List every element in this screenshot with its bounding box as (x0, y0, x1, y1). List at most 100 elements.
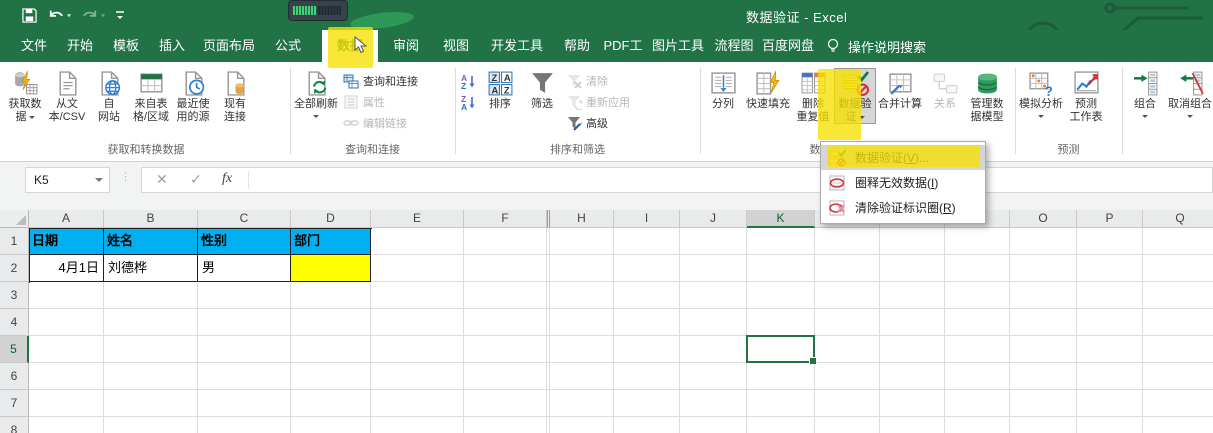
cell-H2[interactable] (550, 255, 614, 282)
cancel-icon[interactable]: ✕ (156, 171, 168, 188)
column-header-E[interactable]: E (371, 210, 464, 228)
cell-F1[interactable] (464, 228, 547, 255)
row-header-2[interactable]: 2 (0, 255, 29, 282)
insert-function-icon[interactable]: fx (222, 171, 232, 187)
cell-L2[interactable] (815, 255, 880, 282)
cell-C1[interactable]: 性别 (198, 228, 291, 255)
column-header-I[interactable]: I (614, 210, 680, 228)
cell-D4[interactable] (291, 309, 371, 336)
cell-I3[interactable] (614, 282, 680, 309)
row-header-5[interactable]: 5 (0, 336, 29, 363)
cell-B6[interactable] (104, 363, 198, 390)
row-header-3[interactable]: 3 (0, 282, 29, 309)
formula-input[interactable] (252, 168, 1212, 194)
cell-M8[interactable] (880, 417, 945, 433)
row-header-6[interactable]: 6 (0, 363, 29, 390)
cell-D6[interactable] (291, 363, 371, 390)
cell-O3[interactable] (1010, 282, 1077, 309)
cell-J1[interactable] (680, 228, 747, 255)
cell-Q7[interactable] (1143, 390, 1213, 417)
fill-handle[interactable] (809, 357, 817, 365)
cell-J8[interactable] (680, 417, 747, 433)
column-header-H[interactable]: H (550, 210, 614, 228)
cell-A1[interactable]: 日期 (29, 228, 104, 255)
cell-F6[interactable] (464, 363, 547, 390)
cell-O4[interactable] (1010, 309, 1077, 336)
cell-N3[interactable] (945, 282, 1010, 309)
cell-D3[interactable] (291, 282, 371, 309)
cell-I8[interactable] (614, 417, 680, 433)
cell-Q3[interactable] (1143, 282, 1213, 309)
cell-B4[interactable] (104, 309, 198, 336)
ungroup-button[interactable]: 取消组合 (1166, 68, 1213, 121)
tab-template[interactable]: 模板 (104, 30, 148, 62)
cell-Q6[interactable] (1143, 363, 1213, 390)
cell-I7[interactable] (614, 390, 680, 417)
filter-button[interactable]: 筛选 (521, 68, 563, 111)
cell-O6[interactable] (1010, 363, 1077, 390)
tab-picture-tools[interactable]: 图片工具 (648, 30, 708, 62)
tab-flowchart[interactable]: 流程图 (708, 30, 760, 62)
row-header-8[interactable]: 8 (0, 417, 29, 433)
cell-Q5[interactable] (1143, 336, 1213, 363)
active-cell-K5[interactable] (746, 335, 817, 365)
cell-H6[interactable] (550, 363, 614, 390)
cell-J6[interactable] (680, 363, 747, 390)
cell-A8[interactable] (29, 417, 104, 433)
forecast-sheet-button[interactable]: 预测 工作表 (1065, 68, 1107, 124)
cell-M4[interactable] (880, 309, 945, 336)
cell-D7[interactable] (291, 390, 371, 417)
advanced-filter-button[interactable]: 高级 (563, 112, 633, 133)
cell-F8[interactable] (464, 417, 547, 433)
cell-O5[interactable] (1010, 336, 1077, 363)
redo-button[interactable]: ▾ (81, 8, 105, 22)
existing-connections-button[interactable]: 现有 连接 (214, 68, 256, 124)
cell-B8[interactable] (104, 417, 198, 433)
tab-insert[interactable]: 插入 (150, 30, 194, 62)
cell-A3[interactable] (29, 282, 104, 309)
cell-J3[interactable] (680, 282, 747, 309)
cell-L7[interactable] (815, 390, 880, 417)
cell-D5[interactable] (291, 336, 371, 363)
cell-H1[interactable] (550, 228, 614, 255)
tab-review[interactable]: 审阅 (384, 30, 428, 62)
menu-item-circle-invalid-data[interactable]: 圈释无效数据(I) (821, 170, 985, 195)
cell-B2[interactable]: 刘德桦 (104, 255, 198, 282)
cell-M6[interactable] (880, 363, 945, 390)
formula-bar-drag-dots[interactable]: ⋮ (120, 170, 132, 183)
cell-A7[interactable] (29, 390, 104, 417)
cell-P4[interactable] (1077, 309, 1143, 336)
cell-P8[interactable] (1077, 417, 1143, 433)
cell-H5[interactable] (550, 336, 614, 363)
cell-B7[interactable] (104, 390, 198, 417)
column-header-J[interactable]: J (680, 210, 747, 228)
cell-H7[interactable] (550, 390, 614, 417)
cell-L5[interactable] (815, 336, 880, 363)
row-header-7[interactable]: 7 (0, 390, 29, 417)
sort-button[interactable]: Z A A Z 排序 (479, 68, 521, 111)
cell-P7[interactable] (1077, 390, 1143, 417)
column-header-F[interactable]: F (464, 210, 547, 228)
cell-K4[interactable] (747, 309, 815, 336)
cell-C5[interactable] (198, 336, 291, 363)
cell-I2[interactable] (614, 255, 680, 282)
cell-C7[interactable] (198, 390, 291, 417)
cell-L4[interactable] (815, 309, 880, 336)
cell-C2[interactable]: 男 (198, 255, 291, 282)
cell-F7[interactable] (464, 390, 547, 417)
recording-indicator[interactable] (288, 0, 348, 21)
cell-P2[interactable] (1077, 255, 1143, 282)
cell-O7[interactable] (1010, 390, 1077, 417)
save-button[interactable] (22, 7, 37, 23)
cell-F2[interactable] (464, 255, 547, 282)
what-if-analysis-button[interactable]: ? 模拟分析 (1017, 68, 1065, 121)
row-header-1[interactable]: 1 (0, 228, 29, 255)
cell-N4[interactable] (945, 309, 1010, 336)
cell-B1[interactable]: 姓名 (104, 228, 198, 255)
redo-dropdown-icon[interactable]: ▾ (101, 11, 105, 18)
manage-data-model-button[interactable]: 管理数 据模型 (966, 68, 1008, 124)
flash-fill-button[interactable]: 快速填充 (744, 68, 792, 111)
cell-N7[interactable] (945, 390, 1010, 417)
sort-descending-button[interactable]: ZA (457, 91, 479, 112)
cell-N6[interactable] (945, 363, 1010, 390)
